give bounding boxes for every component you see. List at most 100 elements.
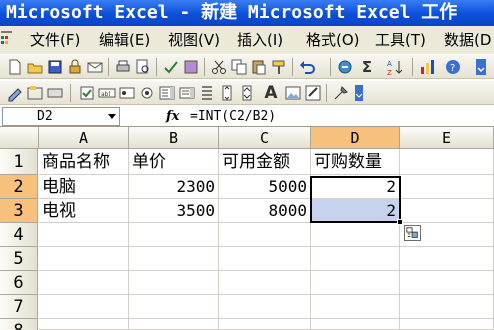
forms-options-icon[interactable] (354, 84, 364, 102)
chart-wizard-icon[interactable] (418, 58, 436, 76)
cell-a3[interactable]: 电视 (39, 199, 129, 223)
groupbox-icon[interactable] (26, 84, 44, 102)
column-header-d[interactable]: D (311, 127, 400, 149)
print-icon[interactable] (114, 58, 132, 76)
cell-b4[interactable] (129, 223, 219, 247)
scrollbar-icon[interactable] (178, 84, 196, 102)
cell-b1[interactable]: 单价 (129, 149, 219, 175)
cell-e1[interactable] (400, 149, 494, 175)
cell-c7[interactable] (219, 295, 311, 319)
cell-a4[interactable] (39, 223, 129, 247)
row-header-3[interactable]: 3 (0, 199, 38, 223)
toolbar-options-icon[interactable] (474, 58, 488, 76)
cell-e2[interactable] (400, 175, 494, 199)
permission-icon[interactable] (66, 58, 84, 76)
cell-e5[interactable] (400, 247, 494, 271)
copy-icon[interactable] (230, 58, 248, 76)
cell-a2[interactable]: 电脑 (39, 175, 129, 199)
print-preview-icon[interactable] (134, 58, 152, 76)
properties-icon[interactable] (304, 84, 322, 102)
autosum-icon[interactable]: Σ (358, 58, 376, 76)
auto-fill-options-icon[interactable] (404, 225, 421, 241)
combobox-icon[interactable] (158, 84, 176, 102)
spinner-icon[interactable] (198, 84, 216, 102)
cell-b3[interactable]: 3500 (129, 199, 219, 223)
column-header-e[interactable]: E (400, 127, 494, 149)
row-header-5[interactable]: 5 (0, 247, 38, 271)
menu-format[interactable]: 格式(O) (304, 26, 362, 54)
text-icon[interactable]: A (262, 84, 280, 102)
cell-d4[interactable] (311, 223, 400, 247)
row-header-1[interactable]: 1 (0, 149, 38, 175)
menu-data[interactable]: 数据(D (442, 26, 493, 54)
menu-tools[interactable]: 工具(T) (373, 26, 428, 54)
spin-icon[interactable] (238, 84, 256, 102)
cell-a8[interactable] (39, 319, 129, 330)
research-icon[interactable] (182, 58, 200, 76)
cell-d5[interactable] (311, 247, 400, 271)
insert-function-button[interactable]: fx (166, 107, 179, 126)
label-icon[interactable] (6, 84, 24, 102)
paste-icon[interactable] (250, 58, 268, 76)
cell-a7[interactable] (39, 295, 129, 319)
row-header-2[interactable]: 2 (0, 175, 38, 199)
checkbox-icon[interactable] (78, 84, 96, 102)
button-icon[interactable] (46, 84, 64, 102)
title-bar[interactable]: Microsoft Excel - 新建 Microsoft Excel 工作 (0, 0, 494, 26)
chevron-down-icon[interactable] (108, 114, 116, 119)
fill-handle[interactable] (397, 219, 403, 225)
cell-e3[interactable] (400, 199, 494, 223)
new-icon[interactable] (6, 58, 24, 76)
cell-a6[interactable] (39, 271, 129, 295)
cut-icon[interactable] (210, 58, 228, 76)
cell-e8[interactable] (400, 319, 494, 330)
cell-b8[interactable] (129, 319, 219, 330)
spelling-icon[interactable] (162, 58, 180, 76)
radio-icon[interactable] (118, 84, 136, 102)
cell-b5[interactable] (129, 247, 219, 271)
row-header-8[interactable]: 8 (0, 319, 38, 330)
select-all-button[interactable] (0, 127, 39, 149)
column-header-a[interactable]: A (39, 127, 129, 149)
cell-c6[interactable] (219, 271, 311, 295)
listbox-icon[interactable] (138, 84, 156, 102)
save-icon[interactable] (46, 58, 64, 76)
cell-c4[interactable] (219, 223, 311, 247)
cell-a5[interactable] (39, 247, 129, 271)
formula-input[interactable]: =INT(C2/B2) (190, 107, 276, 126)
help-icon[interactable]: ? (444, 58, 462, 76)
cell-b2[interactable]: 2300 (129, 175, 219, 199)
menu-file[interactable]: 文件(F) (28, 26, 82, 54)
cell-c1[interactable]: 可用金额 (219, 149, 311, 175)
cell-e6[interactable] (400, 271, 494, 295)
textbox-icon[interactable]: abl (98, 84, 116, 102)
cell-c2[interactable]: 5000 (219, 175, 311, 199)
row-header-6[interactable]: 6 (0, 271, 38, 295)
cell-c8[interactable] (219, 319, 311, 330)
email-icon[interactable] (86, 58, 104, 76)
row-header-7[interactable]: 7 (0, 295, 38, 319)
cell-d3[interactable]: 2 (311, 199, 400, 223)
cell-b7[interactable] (129, 295, 219, 319)
menu-edit[interactable]: 编辑(E) (97, 26, 152, 54)
name-box[interactable]: D2 (2, 107, 120, 126)
cell-d6[interactable] (311, 271, 400, 295)
column-header-c[interactable]: C (219, 127, 311, 149)
row-header-4[interactable]: 4 (0, 223, 38, 247)
cell-b6[interactable] (129, 271, 219, 295)
menu-view[interactable]: 视图(V) (166, 26, 222, 54)
open-icon[interactable] (26, 58, 44, 76)
undo-icon[interactable] (298, 58, 316, 76)
cell-e7[interactable] (400, 295, 494, 319)
cell-d7[interactable] (311, 295, 400, 319)
menu-insert[interactable]: 插入(I) (235, 26, 285, 54)
cell-d8[interactable] (311, 319, 400, 330)
image-icon[interactable] (284, 84, 302, 102)
scroll-icon[interactable] (218, 84, 236, 102)
cell-c3[interactable]: 8000 (219, 199, 311, 223)
cell-d2[interactable]: 2 (311, 175, 400, 199)
sort-ascending-icon[interactable]: AZ (386, 58, 404, 76)
cell-d1[interactable]: 可购数量 (311, 149, 400, 175)
hyperlink-icon[interactable] (336, 58, 354, 76)
cell-a1[interactable]: 商品名称 (39, 149, 129, 175)
